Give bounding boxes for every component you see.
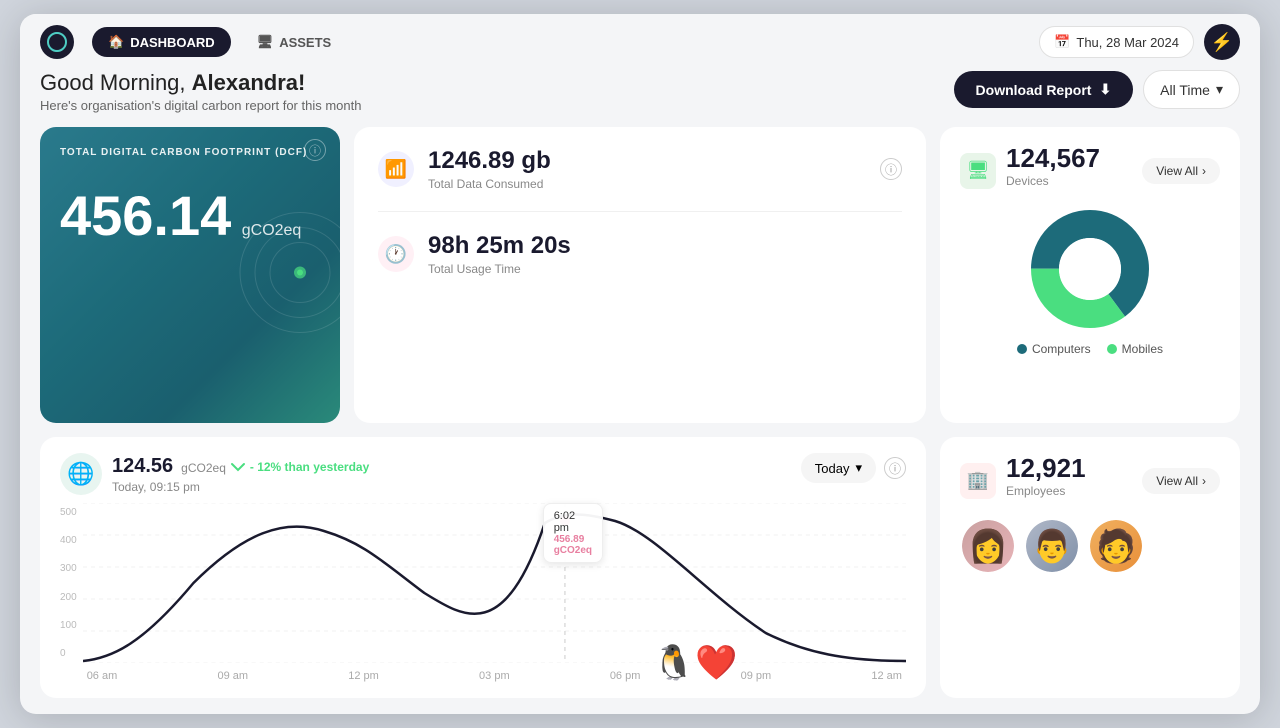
donut-chart-container: Computers Mobiles (960, 204, 1220, 356)
chart-unit: gCO2eq (181, 461, 226, 475)
greeting-text: Good Morning, (40, 70, 186, 95)
greeting-section: Good Morning, Alexandra! Here's organisa… (40, 70, 361, 113)
date-text: Thu, 28 Mar 2024 (1076, 35, 1179, 50)
chart-inner: 500 400 300 200 100 0 (60, 503, 906, 682)
dashboard-nav-btn[interactable]: 🏠 DASHBOARD (92, 27, 231, 57)
assets-nav-label: ASSETS (279, 35, 331, 50)
download-label: Download Report (976, 82, 1092, 98)
employees-card-header: 🏢 12,921 Employees View All › (960, 453, 1220, 508)
chart-time: Today, 09:15 pm (112, 480, 369, 494)
assets-icon: 🖥 (257, 34, 274, 50)
dcf-value: 456.14 (60, 184, 231, 247)
chart-wrap: 6:02 pm 456.89 gCO2eq 🐧❤️ 06 am 09 am 12… (83, 503, 906, 682)
devices-card: 🖥 124,567 Devices View All › (940, 127, 1240, 423)
time-metric-row: 🕐 98h 25m 20s Total Usage Time (378, 232, 902, 276)
data-value: 1246.89 gb (428, 147, 866, 175)
dcf-title: TOTAL DIGITAL CARBON FOOTPRINT (DCF) (60, 147, 320, 158)
lightning-btn[interactable]: ⚡ (1204, 24, 1240, 60)
chart-legend: Computers Mobiles (1017, 342, 1163, 356)
calendar-icon: 📅 (1054, 34, 1070, 50)
devices-icon: 🖥 (960, 153, 996, 189)
alltime-filter-button[interactable]: All Time ▾ (1143, 70, 1240, 109)
time-value: 98h 25m 20s (428, 232, 902, 260)
avatar-3: 🧑 (1088, 518, 1144, 574)
employees-icon: 🏢 (960, 463, 996, 499)
assets-nav-btn[interactable]: 🖥 ASSETS (241, 27, 348, 57)
devices-card-header: 🖥 124,567 Devices View All › (960, 143, 1220, 198)
avatar-1: 👩 (960, 518, 1016, 574)
devices-view-all-label: View All (1156, 164, 1198, 178)
trend-badge: - 12% than yesterday (230, 460, 369, 474)
mobiles-legend-dot (1107, 344, 1117, 354)
download-icon: ⬇ (1099, 81, 1111, 98)
alltime-label: All Time (1160, 82, 1210, 98)
computers-legend: Computers (1017, 342, 1091, 356)
greeting-heading: Good Morning, Alexandra! (40, 70, 361, 96)
today-label: Today (815, 461, 850, 476)
donut-chart (1020, 204, 1160, 334)
app-logo (40, 25, 74, 59)
date-badge: 📅 Thu, 28 Mar 2024 (1039, 26, 1194, 58)
computers-legend-label: Computers (1032, 342, 1091, 356)
time-label: Total Usage Time (428, 262, 902, 276)
right-column: 🖥 124,567 Devices View All › (940, 127, 1240, 423)
employees-label: Employees (1006, 484, 1086, 498)
employees-view-all-label: View All (1156, 474, 1198, 488)
download-report-button[interactable]: Download Report ⬇ (954, 71, 1134, 108)
chart-top: 🌐 124.56 gCO2eq - 12% than yesterday (60, 453, 906, 495)
chart-info-icon[interactable]: ⓘ (884, 457, 906, 479)
clock-icon: 🕐 (378, 236, 414, 272)
top-nav: 🏠 DASHBOARD 🖥 ASSETS 📅 Thu, 28 Mar 2024 … (20, 14, 1260, 70)
divider (378, 211, 902, 212)
main-content: Good Morning, Alexandra! Here's organisa… (20, 70, 1260, 714)
dcf-card: TOTAL DIGITAL CARBON FOOTPRINT (DCF) 456… (40, 127, 340, 423)
cards-row: TOTAL DIGITAL CARBON FOOTPRINT (DCF) 456… (40, 127, 1240, 423)
chart-card: 🌐 124.56 gCO2eq - 12% than yesterday (40, 437, 926, 698)
data-metric-info: 1246.89 gb Total Data Consumed (428, 147, 866, 191)
trend-text: - 12% than yesterday (250, 460, 369, 474)
devices-count: 124,567 (1006, 143, 1100, 174)
employees-card: 🏢 12,921 Employees View All › 👩 (940, 437, 1240, 698)
user-name: Alexandra! (192, 70, 306, 95)
chevron-right-icon: › (1202, 164, 1206, 178)
employees-view-all-button[interactable]: View All › (1142, 468, 1220, 494)
time-metric-info: 98h 25m 20s Total Usage Time (428, 232, 902, 276)
header-row: Good Morning, Alexandra! Here's organisa… (40, 70, 1240, 113)
avatars-row: 👩 👨 🧑 (960, 518, 1220, 574)
chart-value: 124.56 (112, 455, 173, 478)
dcf-info-icon[interactable]: ⓘ (304, 139, 326, 161)
devices-label: Devices (1006, 174, 1100, 188)
bottom-row: 🌐 124.56 gCO2eq - 12% than yesterday (40, 437, 1240, 698)
dashboard-nav-label: DASHBOARD (130, 35, 215, 50)
chevron-right-icon: › (1202, 474, 1206, 488)
header-actions: Download Report ⬇ All Time ▾ (954, 70, 1240, 109)
subtitle-text: Here's organisation's digital carbon rep… (40, 98, 361, 113)
chart-x-labels: 06 am 09 am 12 pm 03 pm 06 pm 09 pm 12 a… (83, 670, 906, 682)
chevron-down-icon: ▾ (1216, 81, 1223, 98)
line-chart-svg (83, 503, 906, 663)
chart-metric: 🌐 124.56 gCO2eq - 12% than yesterday (60, 453, 369, 495)
data-label: Total Data Consumed (428, 177, 866, 191)
devices-view-all-button[interactable]: View All › (1142, 158, 1220, 184)
chart-actions: Today ▾ ⓘ (801, 453, 906, 483)
penguin-mascot: 🐧❤️ (653, 646, 738, 680)
wifi-icon: 📶 (378, 151, 414, 187)
home-icon: 🏠 (108, 34, 124, 50)
today-filter-button[interactable]: Today ▾ (801, 453, 876, 483)
chart-y-labels: 500 400 300 200 100 0 (60, 503, 77, 663)
mobiles-legend-label: Mobiles (1122, 342, 1163, 356)
globe-icon: 🌐 (60, 453, 102, 495)
mobiles-legend: Mobiles (1107, 342, 1163, 356)
trend-arrow-icon (230, 462, 246, 472)
chevron-down-icon: ▾ (855, 460, 862, 476)
employees-count: 12,921 (1006, 453, 1086, 484)
avatar-2: 👨 (1024, 518, 1080, 574)
data-metric-row: 📶 1246.89 gb Total Data Consumed ⓘ (378, 147, 902, 191)
computers-legend-dot (1017, 344, 1027, 354)
data-info-icon[interactable]: ⓘ (880, 158, 902, 180)
dcf-unit: gCO2eq (242, 222, 302, 239)
metrics-card: 📶 1246.89 gb Total Data Consumed ⓘ 🕐 98h… (354, 127, 926, 423)
